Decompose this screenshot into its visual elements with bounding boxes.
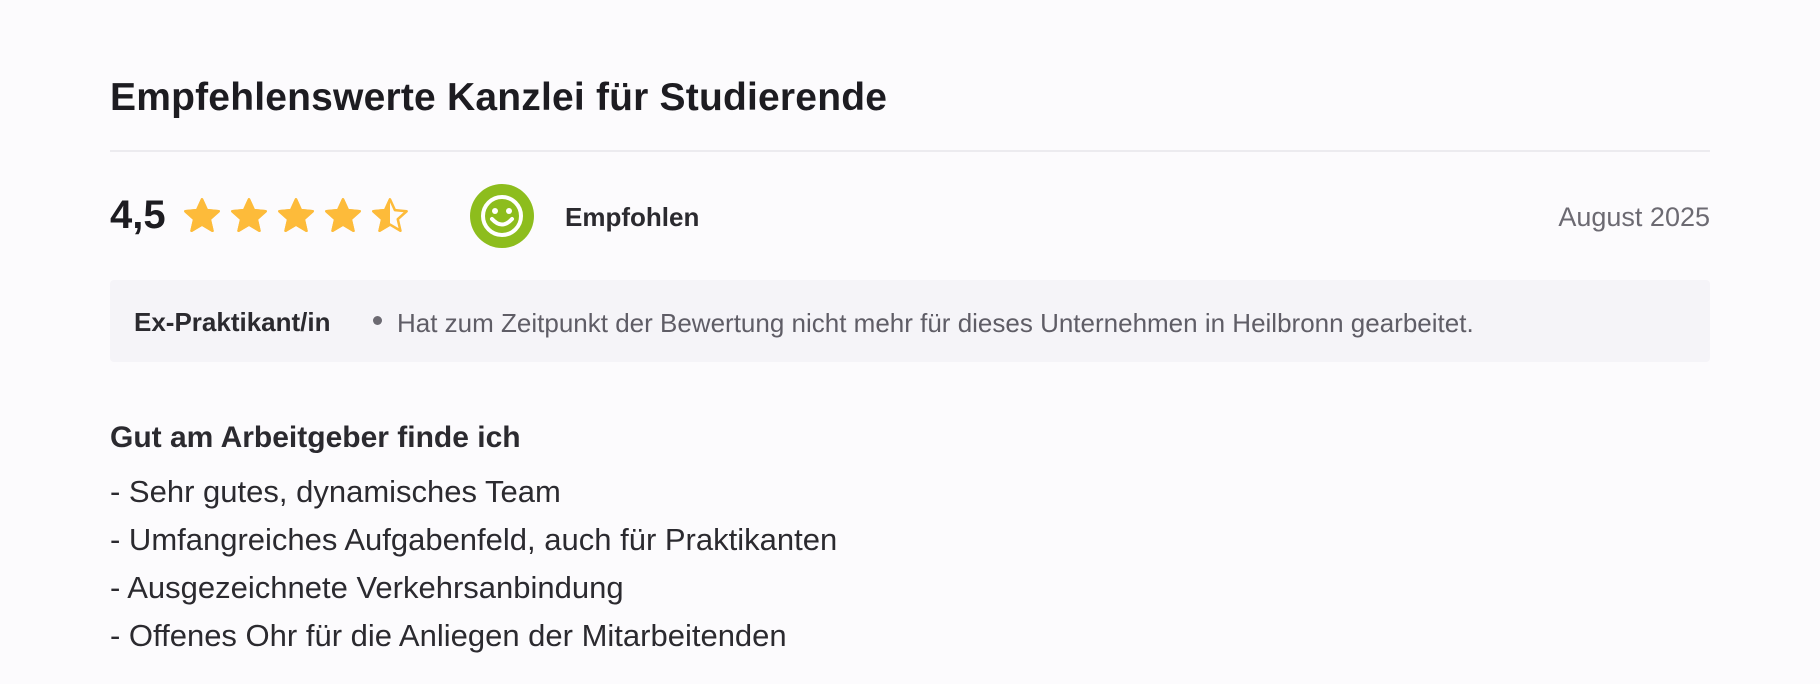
star-icon (278, 198, 314, 232)
rating-score: 4,5 (110, 193, 166, 237)
star-rating (183, 197, 409, 235)
star-icon (231, 198, 267, 232)
status-text: Hat zum Zeitpunkt der Bewertung nicht me… (397, 308, 1474, 338)
list-item: - Umfangreiches Aufgabenfeld, auch für P… (110, 522, 838, 557)
pros-heading: Gut am Arbeitgeber finde ich (110, 421, 521, 454)
title-divider (110, 150, 1710, 152)
pros-list: - Sehr gutes, dynamisches Team - Umfangr… (110, 468, 837, 660)
list-item: - Sehr gutes, dynamisches Team (110, 474, 561, 509)
half-star-icon (372, 198, 408, 232)
recommendation-label: Empfohlen (565, 202, 700, 232)
star-icon (184, 198, 220, 232)
list-item: - Offenes Ohr für die Anliegen der Mitar… (110, 618, 787, 653)
smiley-icon (470, 184, 534, 248)
employment-status: Ex-Praktikant/in Hat zum Zeitpunkt der B… (110, 280, 1710, 362)
status-role: Ex-Praktikant/in (134, 307, 331, 337)
review-title: Empfehlenswerte Kanzlei für Studierende (110, 76, 888, 119)
review-date: August 2025 (1558, 202, 1710, 232)
bullet-separator (373, 316, 382, 325)
list-item: - Ausgezeichnete Verkehrsanbindung (110, 570, 624, 605)
rating-row: 4,5 Empfohlen August 2025 (110, 184, 1710, 248)
star-icon (325, 198, 361, 232)
review-card: Empfehlenswerte Kanzlei für Studierende … (110, 0, 1710, 684)
